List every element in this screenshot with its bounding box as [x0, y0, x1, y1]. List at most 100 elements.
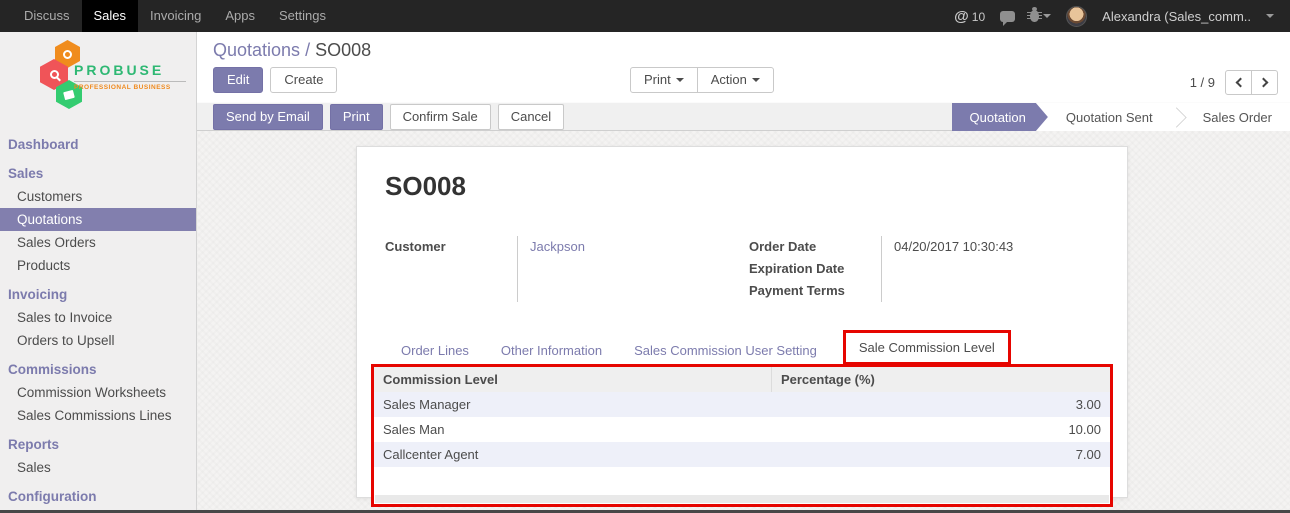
- sidebar-item-reports-sales[interactable]: Sales: [0, 456, 196, 479]
- action-dropdowns: Print Action: [630, 67, 774, 93]
- bug-icon: [1030, 10, 1039, 22]
- content-area: SO008 Customer Jackpson Order Date Expir…: [197, 131, 1290, 510]
- create-button[interactable]: Create: [270, 67, 337, 93]
- sidebar-item-quotations[interactable]: Quotations: [0, 208, 196, 231]
- chevron-left-icon: [1235, 78, 1245, 88]
- chevron-down-icon: [1266, 14, 1274, 18]
- print-button[interactable]: Print: [330, 104, 383, 130]
- step-separator-icon: [1171, 103, 1185, 131]
- field-values: 04/20/2017 10:30:43: [881, 236, 1062, 302]
- commission-level-table: Commission Level Percentage (%) Sales Ma…: [374, 367, 1110, 467]
- sidebar-menu: Dashboard Sales Customers Quotations Sal…: [0, 132, 196, 513]
- mentions-counter[interactable]: @ 10: [954, 8, 985, 25]
- status-step-quotation-sent[interactable]: Quotation Sent: [1048, 103, 1171, 131]
- tab-sales-commission-user-setting[interactable]: Sales Commission User Setting: [618, 336, 833, 365]
- table-header-row: Commission Level Percentage (%): [374, 367, 1110, 392]
- chevron-down-icon: [752, 78, 760, 82]
- sidebar-item-customers[interactable]: Customers: [0, 185, 196, 208]
- status-pipeline: Quotation Quotation Sent Sales Order: [952, 103, 1290, 131]
- logo-text: PROBUSE PROFESSIONAL BUSINESS: [74, 62, 186, 91]
- app-menu: Discuss Sales Invoicing Apps Settings: [0, 0, 338, 32]
- field-values: Jackpson: [517, 236, 698, 302]
- menu-invoicing[interactable]: Invoicing: [138, 0, 213, 32]
- navbar-systray: @ 10 Alexandra (Sales_comm..: [954, 0, 1290, 32]
- sidebar-item-configuration[interactable]: Configuration: [0, 484, 196, 508]
- top-navbar: Discuss Sales Invoicing Apps Settings @ …: [0, 0, 1290, 32]
- mention-count: 10: [972, 10, 985, 24]
- table-row[interactable]: Sales Man 10.00: [374, 417, 1110, 442]
- sidebar-item-reports[interactable]: Reports: [0, 432, 196, 456]
- commission-level-cell: Sales Manager: [374, 392, 771, 417]
- payment-terms-value: [882, 280, 1062, 302]
- cancel-button[interactable]: Cancel: [498, 104, 564, 130]
- breadcrumb-current: SO008: [315, 40, 371, 60]
- logo-divider: [74, 81, 186, 82]
- logo-title: PROBUSE: [74, 62, 186, 78]
- menu-apps[interactable]: Apps: [213, 0, 267, 32]
- status-step-quotation[interactable]: Quotation: [952, 103, 1048, 131]
- print-dropdown-label: Print: [644, 72, 671, 88]
- print-dropdown[interactable]: Print: [630, 67, 698, 93]
- sidebar-item-sales-orders[interactable]: Sales Orders: [0, 231, 196, 254]
- percentage-cell: 7.00: [771, 442, 1110, 467]
- company-logo: PROBUSE PROFESSIONAL BUSINESS: [0, 38, 196, 116]
- sidebar-item-sales-commissions-lines[interactable]: Sales Commissions Lines: [0, 404, 196, 427]
- sidebar-item-sales-to-invoice[interactable]: Sales to Invoice: [0, 306, 196, 329]
- commission-level-cell: Sales Man: [374, 417, 771, 442]
- customer-value-link[interactable]: Jackpson: [518, 236, 698, 258]
- logo-subtitle: PROFESSIONAL BUSINESS: [74, 84, 186, 91]
- edit-button[interactable]: Edit: [213, 67, 263, 93]
- quotation-form-sheet: SO008 Customer Jackpson Order Date Expir…: [356, 146, 1128, 498]
- menu-settings[interactable]: Settings: [267, 0, 338, 32]
- table-empty-space: [374, 467, 1110, 495]
- user-menu[interactable]: Alexandra (Sales_comm..: [1102, 9, 1251, 24]
- pager-next-button[interactable]: [1251, 70, 1278, 95]
- pager-previous-button[interactable]: [1225, 70, 1252, 95]
- status-step-sales-order[interactable]: Sales Order: [1185, 103, 1290, 131]
- percentage-cell: 10.00: [771, 417, 1110, 442]
- messages-icon[interactable]: [1000, 11, 1015, 22]
- control-panel: Quotations / SO008 Edit Create Print Act…: [197, 32, 1290, 102]
- send-by-email-button[interactable]: Send by Email: [213, 104, 323, 130]
- table-row[interactable]: Sales Manager 3.00: [374, 392, 1110, 417]
- notebook-tabs: Order Lines Other Information Sales Comm…: [371, 330, 1113, 365]
- red-annotation-tab-box: Sale Commission Level: [843, 330, 1011, 365]
- tab-other-information[interactable]: Other Information: [485, 336, 618, 365]
- tab-sale-commission-level[interactable]: Sale Commission Level: [846, 333, 1008, 362]
- sidebar-item-commission-worksheets[interactable]: Commission Worksheets: [0, 381, 196, 404]
- breadcrumb-quotations-link[interactable]: Quotations: [213, 40, 300, 60]
- sidebar-item-commissions[interactable]: Commissions: [0, 357, 196, 381]
- breadcrumb: Quotations / SO008: [213, 40, 371, 61]
- breadcrumb-separator: /: [305, 40, 310, 60]
- sidebar-item-invoicing[interactable]: Invoicing: [0, 282, 196, 306]
- sidebar-item-orders-to-upsell[interactable]: Orders to Upsell: [0, 329, 196, 352]
- field-labels: Customer: [385, 236, 517, 302]
- user-avatar[interactable]: [1066, 6, 1087, 27]
- table-row[interactable]: Callcenter Agent 7.00: [374, 442, 1110, 467]
- expiration-date-value: [882, 258, 1062, 280]
- pager-value: 1 / 9: [1190, 75, 1215, 90]
- action-dropdown[interactable]: Action: [697, 67, 774, 93]
- column-header-commission-level[interactable]: Commission Level: [374, 367, 771, 392]
- menu-sales[interactable]: Sales: [82, 0, 139, 32]
- field-labels: Order Date Expiration Date Payment Terms: [749, 236, 881, 302]
- sidebar-item-products[interactable]: Products: [0, 254, 196, 277]
- chevron-down-icon: [676, 78, 684, 82]
- action-dropdown-label: Action: [711, 72, 747, 88]
- record-buttons: Edit Create: [213, 67, 337, 93]
- menu-discuss[interactable]: Discuss: [12, 0, 82, 32]
- sidebar-item-dashboard[interactable]: Dashboard: [0, 132, 196, 156]
- statusbar: Send by Email Print Confirm Sale Cancel …: [197, 102, 1290, 131]
- tab-order-lines[interactable]: Order Lines: [385, 336, 485, 365]
- red-annotation-table-box: Commission Level Percentage (%) Sales Ma…: [371, 364, 1113, 507]
- debug-menu[interactable]: [1030, 10, 1051, 22]
- chevron-right-icon: [1258, 78, 1268, 88]
- column-header-percentage[interactable]: Percentage (%): [771, 367, 1110, 392]
- confirm-sale-button[interactable]: Confirm Sale: [390, 104, 491, 130]
- sidebar-item-sales[interactable]: Sales: [0, 161, 196, 185]
- field-column-right: Order Date Expiration Date Payment Terms…: [749, 236, 1113, 302]
- table-footer-strip: [375, 495, 1109, 503]
- sidebar-item-settings[interactable]: Settings: [0, 508, 196, 513]
- percentage-cell: 3.00: [771, 392, 1110, 417]
- order-date-value: 04/20/2017 10:30:43: [882, 236, 1062, 258]
